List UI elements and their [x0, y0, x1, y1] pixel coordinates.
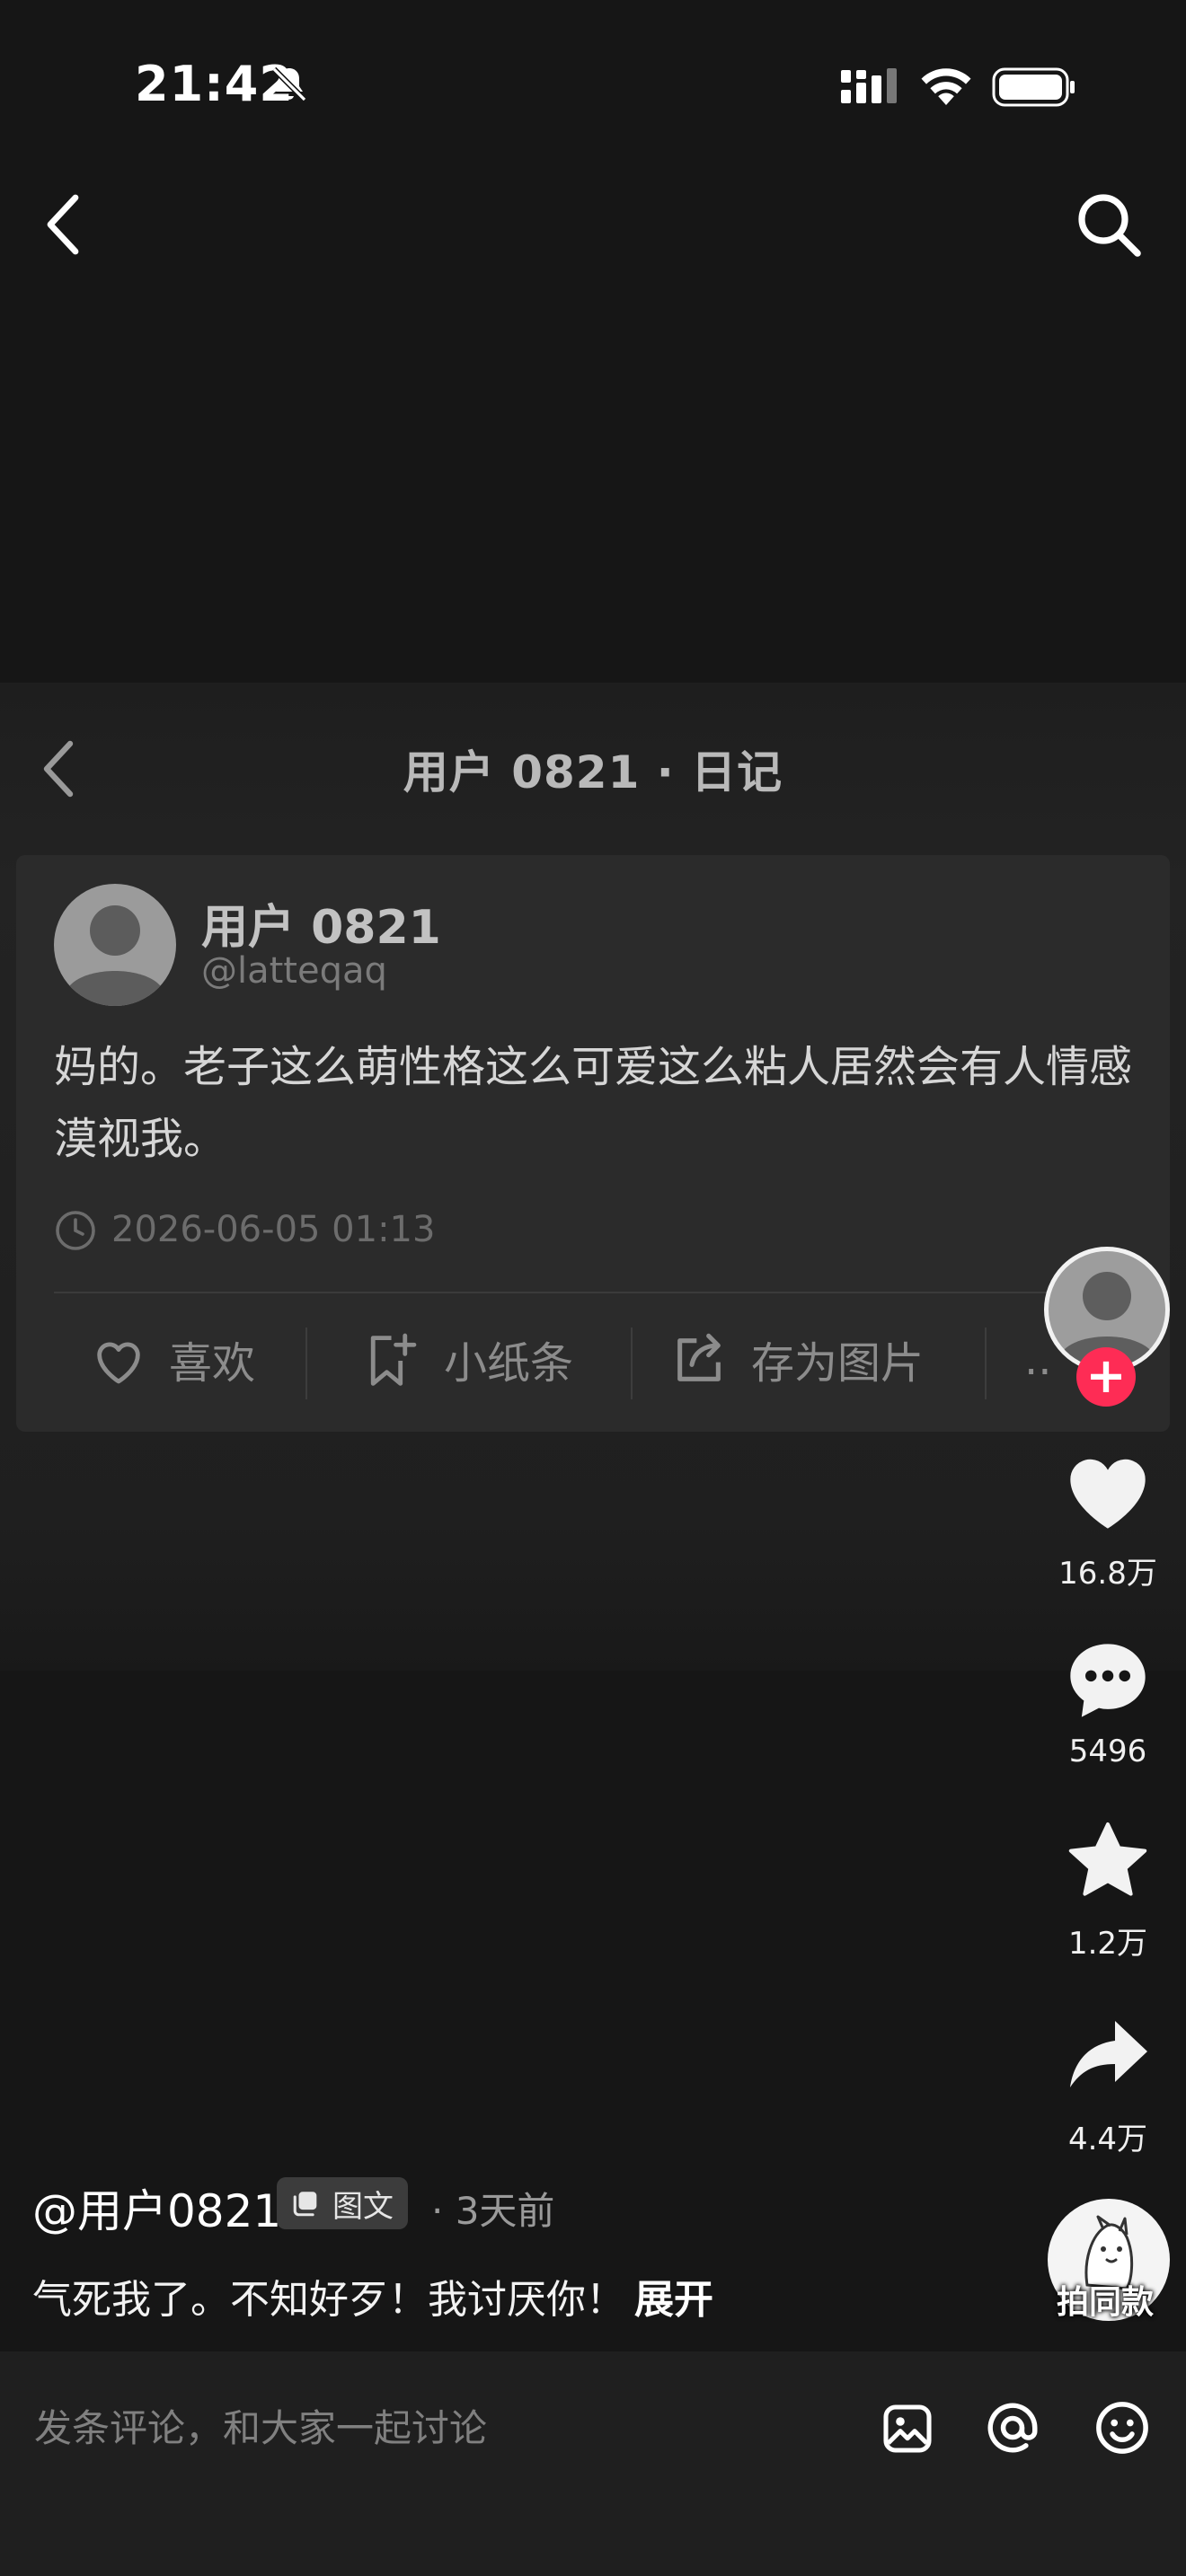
card-user-name: 用户 0821: [201, 901, 441, 955]
card-divider: [54, 1292, 1150, 1293]
card-body-text: 妈的。老子这么萌性格这么可爱这么粘人居然会有人情感漠视我。: [54, 1042, 1133, 1164]
clock-icon: [54, 1209, 97, 1252]
card-user-handle: @latteqaq: [201, 950, 387, 992]
image-text-icon: [293, 2192, 317, 2217]
battery-icon: [992, 66, 1076, 108]
share-count: 4.4万: [1067, 2122, 1148, 2157]
caption-body: 气死我了。不知好歹！我讨厌你！: [32, 2277, 625, 2323]
cellular-signal-icon: [841, 66, 902, 106]
image-header-title: 用户 0821 · 日记: [403, 746, 783, 798]
share-box-icon: [670, 1331, 728, 1389]
star-icon: [1068, 1822, 1147, 1896]
card-like-action: 喜欢: [169, 1338, 256, 1389]
comment-input[interactable]: [32, 2396, 845, 2459]
comment-count: 5496: [1068, 1734, 1147, 1769]
author-name[interactable]: @用户0821: [32, 2175, 281, 2240]
card-avatar: [54, 884, 176, 1006]
heart-outline-icon: [90, 1333, 147, 1387]
action-separator: [305, 1328, 307, 1399]
card-timestamp: 2026-06-05 01:13: [111, 1209, 436, 1250]
more-icon: ··: [1024, 1347, 1052, 1398]
caption-text: 气死我了。不知好歹！我讨厌你！ 展开: [32, 2267, 713, 2325]
at-icon: [987, 2403, 1038, 2453]
bell-muted-icon: [268, 63, 311, 106]
mention-button[interactable]: [983, 2398, 1042, 2457]
emoji-button[interactable]: [1093, 2398, 1152, 2457]
comment-button[interactable]: [1063, 1636, 1153, 1723]
follow-button[interactable]: +: [1076, 1347, 1136, 1407]
favorite-button[interactable]: [1065, 1818, 1151, 1902]
caption-expand-button[interactable]: 展开: [634, 2277, 713, 2323]
like-count: 16.8万: [1058, 1556, 1157, 1592]
bookmark-plus-icon: [361, 1331, 417, 1390]
share-arrow-icon: [1070, 2021, 1147, 2087]
music-same-style-label[interactable]: 拍同款: [1024, 2276, 1186, 2323]
post-type-label: 图文: [332, 2188, 394, 2225]
comment-bubble-icon: [1070, 1644, 1146, 1717]
like-button[interactable]: [1063, 1450, 1153, 1532]
card-save-image-action: 存为图片: [751, 1338, 925, 1389]
share-button[interactable]: [1065, 2014, 1151, 2093]
image-icon: [883, 2404, 932, 2453]
action-separator: [631, 1328, 633, 1399]
search-icon: [1078, 194, 1141, 257]
back-button[interactable]: [40, 190, 90, 259]
action-separator: [985, 1328, 987, 1399]
heart-icon: [1070, 1459, 1146, 1529]
wifi-icon: [916, 63, 976, 108]
post-type-badge: 图文: [277, 2177, 408, 2229]
image-button[interactable]: [879, 2400, 936, 2457]
emoji-icon: [1096, 2402, 1148, 2454]
search-button[interactable]: [1075, 190, 1143, 259]
card-note-action: 小纸条: [444, 1338, 574, 1389]
favorite-count: 1.2万: [1067, 1926, 1148, 1962]
post-age: · 3天前: [431, 2189, 555, 2233]
comment-bar: [0, 2351, 1186, 2576]
